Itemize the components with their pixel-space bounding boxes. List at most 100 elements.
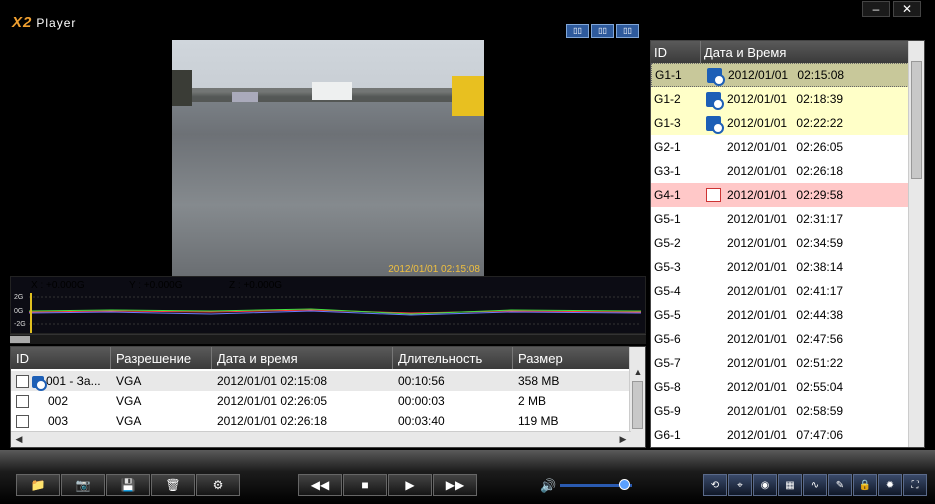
snapshot-button[interactable]: 📷 [61,474,105,496]
list-item[interactable]: G3-1 2012/01/01 02:26:18 [651,159,909,183]
scroll-up-icon[interactable]: ▲ [630,367,646,377]
event-id: G1-3 [654,116,681,130]
app-logo: X2 Player [12,14,77,31]
file-table-vscrollbar[interactable]: ▲ [629,347,645,447]
event-id: G5-3 [654,260,681,274]
list-item[interactable]: G2-1 2012/01/01 02:26:05 [651,135,909,159]
event-datetime: 2012/01/01 02:18:39 [727,92,844,106]
volume-icon[interactable]: 🔊 [540,478,556,494]
list-item[interactable]: G1-2 2012/01/01 02:18:39 [651,87,909,111]
row-checkbox[interactable] [16,415,29,429]
event-list-header: ID Дата и Время [651,41,909,63]
col-duration-header[interactable]: Длительность [393,347,513,369]
list-item[interactable]: G1-1 2012/01/01 02:15:08 [651,63,909,87]
graph-button[interactable]: ∿ [803,474,827,496]
col-date-header[interactable]: Дата и время [212,347,393,369]
event-icon-slot [701,210,725,228]
list-item[interactable]: G5-9 2012/01/01 02:58:59 [651,399,909,423]
event-id: G5-8 [654,380,681,394]
fullscreen-button[interactable]: ⛶ [903,474,927,496]
event-datetime: 2012/01/01 02:22:22 [727,116,844,130]
list-item[interactable]: G5-7 2012/01/01 02:51:22 [651,351,909,375]
event-id: G5-5 [654,308,681,322]
close-button[interactable]: ✕ [893,1,921,17]
map-button[interactable]: ▦ [778,474,802,496]
list-item[interactable]: G5-1 2012/01/01 02:31:17 [651,207,909,231]
list-item[interactable]: G6-1 2012/01/01 07:47:06 [651,423,909,447]
list-item[interactable]: G5-8 2012/01/01 02:55:04 [651,375,909,399]
event-id: G5-4 [654,284,681,298]
list-item[interactable]: G5-2 2012/01/01 02:34:59 [651,231,909,255]
scroll-left-icon[interactable]: ◀ [11,434,27,445]
layout-dual-button[interactable]: ▯▯ [591,24,614,38]
event-col-datetime-header[interactable]: Дата и Время [701,41,909,63]
file-table-vscroll-thumb[interactable] [632,381,643,429]
event-icon-slot [701,258,725,276]
event-datetime: 2012/01/01 02:58:59 [727,404,844,418]
tools-button[interactable]: ✎ [828,474,852,496]
event-icon-slot [701,90,725,110]
event-icon-slot [701,330,725,348]
stop-button[interactable]: ■ [343,474,387,496]
event-list: ID Дата и Время G1-1 2012/01/01 02:15:08 G… [650,40,925,448]
event-id: G2-1 [654,140,681,154]
list-item[interactable]: G5-6 2012/01/01 02:47:56 [651,327,909,351]
scroll-right-icon[interactable]: ▶ [615,434,631,445]
col-size-header[interactable]: Размер [513,347,631,369]
event-datetime: 2012/01/01 02:47:56 [727,332,844,346]
list-item[interactable]: G5-5 2012/01/01 02:44:38 [651,303,909,327]
layout-single-button[interactable]: ▯▯ [566,24,589,38]
event-icon-slot [701,186,725,204]
table-row[interactable]: 002 VGA 2012/01/01 02:26:05 00:00:03 2 M… [11,391,631,411]
table-row[interactable]: 001 - За... VGA 2012/01/01 02:15:08 00:1… [11,371,631,391]
file-table-hscrollbar[interactable]: ◀ ▶ [11,431,631,447]
event-id: G5-2 [654,236,681,250]
event-id: G5-6 [654,332,681,346]
save-button[interactable]: 💾 [106,474,150,496]
event-col-id-header[interactable]: ID [651,41,701,63]
col-id-header[interactable]: ID [11,347,111,369]
event-icon-slot [701,354,725,372]
brightness-button[interactable]: ✹ [878,474,902,496]
event-list-scrollbar[interactable] [908,41,924,447]
layout-split-button[interactable]: ▯▯ [616,24,639,38]
gsensor-graph[interactable]: X : +0.000G Y : +0.000G Z : +0.000G 2G 0… [10,276,646,334]
open-folder-button[interactable]: 📁 [16,474,60,496]
timeline-scroll-thumb[interactable] [10,336,30,343]
event-list-scroll-thumb[interactable] [911,61,922,179]
lock-icon [705,91,724,110]
list-item[interactable]: G4-1 2012/01/01 02:29:58 [651,183,909,207]
settings-button[interactable]: ⚙ [196,474,240,496]
event-datetime: 2012/01/01 02:51:22 [727,356,844,370]
event-icon-slot [701,138,725,156]
row-checkbox[interactable] [16,395,29,409]
event-icon-slot [701,378,725,396]
file-table: ID Разрешение Дата и время Длительность … [10,346,646,448]
event-icon-slot [701,402,725,420]
gps-button[interactable]: ⌖ [728,474,752,496]
list-item[interactable]: G5-3 2012/01/01 02:38:14 [651,255,909,279]
table-row[interactable]: 003 VGA 2012/01/01 02:26:18 00:03:40 119… [11,411,631,431]
list-item[interactable]: G5-4 2012/01/01 02:41:17 [651,279,909,303]
event-icon-slot [701,282,725,300]
event-datetime: 2012/01/01 02:41:17 [727,284,844,298]
delete-button[interactable]: 🗑 [151,474,195,496]
list-item[interactable]: G1-3 2012/01/01 02:22:22 [651,111,909,135]
minimize-button[interactable]: – [862,1,890,17]
app-title: Player [36,16,77,30]
video-panel[interactable]: 2012/01/01 02:15:08 [10,40,646,276]
lock-button[interactable]: 🔒 [853,474,877,496]
col-resolution-header[interactable]: Разрешение [111,347,212,369]
lock-icon [32,375,47,391]
repeat-button[interactable]: ⟲ [703,474,727,496]
timeline-scrollbar[interactable] [10,334,646,344]
row-checkbox[interactable] [16,375,29,389]
volume-slider-handle[interactable] [618,479,630,490]
event-id: G1-2 [654,92,681,106]
fast-forward-button[interactable]: ▶▶ [433,474,477,496]
event-datetime: 2012/01/01 02:26:18 [727,164,844,178]
play-button[interactable]: ▶ [388,474,432,496]
rewind-button[interactable]: ◀◀ [298,474,342,496]
globe-button[interactable]: ◉ [753,474,777,496]
event-id: G5-9 [654,404,681,418]
